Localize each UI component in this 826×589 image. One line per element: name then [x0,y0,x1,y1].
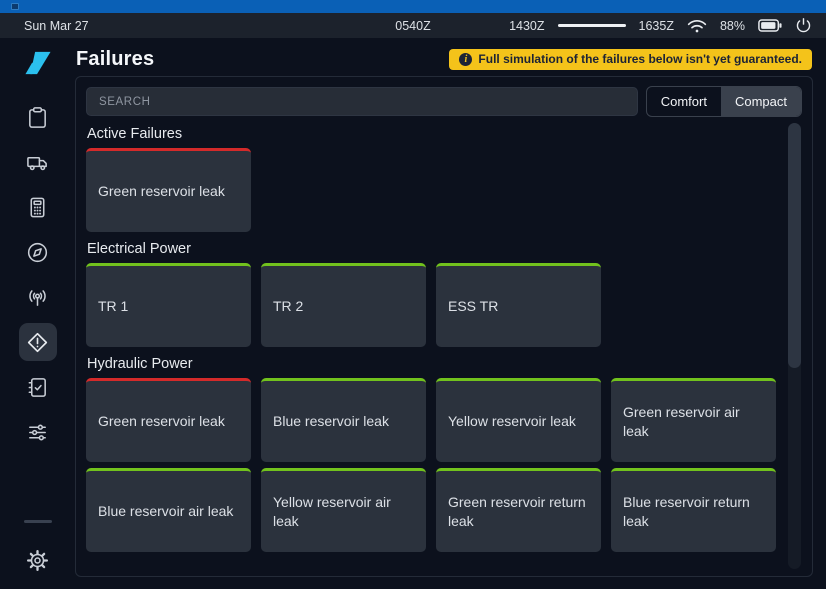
failure-card-tr-1[interactable]: TR 1 [86,263,251,347]
warning-banner: i Full simulation of the failures below … [449,49,812,70]
flybywire-logo [22,50,54,82]
failures-panel: Comfort Compact Active Failures Green res… [75,76,813,577]
statusbar-slider-start-time: 1430Z [509,19,544,33]
wifi-icon [687,18,707,34]
card-grid: Green reservoir leak [86,148,776,232]
sliders-icon [26,421,49,444]
clipboard-icon [26,106,49,129]
failure-card-green-reservoir-leak[interactable]: Green reservoir leak [86,378,251,462]
time-slider[interactable] [558,24,626,27]
view-toggle: Comfort Compact [646,86,802,117]
statusbar-date: Sun Mar 27 [24,19,89,33]
window-icon [11,3,19,10]
failure-card-label: Green reservoir leak [98,182,225,201]
statusbar: Sun Mar 27 0540Z 1430Z 1635Z 88% [0,13,826,38]
section-title: Active Failures [87,126,775,143]
sidebar [0,38,75,589]
card-grid: TR 1 TR 2 ESS TR [86,263,776,347]
failure-card-label: Blue reservoir air leak [98,502,233,521]
search-input[interactable] [86,87,638,116]
failure-sections: Active Failures Green reservoir leak Elect… [86,126,776,552]
failure-card-blue-reservoir-leak[interactable]: Blue reservoir leak [261,378,426,462]
failure-card-label: Green reservoir return leak [448,493,589,531]
truck-icon [26,151,49,174]
warning-banner-text: Full simulation of the failures below is… [478,52,802,66]
failure-card-label: Yellow reservoir air leak [273,493,414,531]
statusbar-current-time: 0540Z [395,19,430,33]
scrollbar-thumb[interactable] [788,123,801,368]
failure-card-blue-reservoir-return-leak[interactable]: Blue reservoir return leak [611,468,776,552]
power-icon[interactable] [795,17,812,34]
battery-icon [758,19,782,32]
card-grid: Green reservoir leak Blue reservoir leak Y… [86,378,776,552]
scrollbar-track[interactable] [788,123,801,569]
failure-card-blue-reservoir-air-leak[interactable]: Blue reservoir air leak [86,468,251,552]
compass-icon [26,241,49,264]
failure-card-label: Yellow reservoir leak [448,412,576,431]
sidebar-item-navigation[interactable] [19,233,57,271]
warning-diamond-icon [26,331,49,354]
window-titlebar [0,0,826,13]
battery-percent: 88% [720,19,745,33]
sidebar-item-checklists[interactable] [19,368,57,406]
sidebar-item-presets[interactable] [19,413,57,451]
sidebar-divider [24,520,52,523]
sidebar-item-ground[interactable] [19,143,57,181]
checklist-icon [26,376,49,399]
failure-card-green-reservoir-leak[interactable]: Green reservoir leak [86,148,251,232]
statusbar-slider-end-time: 1635Z [639,19,674,33]
failure-card-label: Green reservoir air leak [623,403,764,441]
sidebar-item-dashboard[interactable] [19,98,57,136]
failure-card-yellow-reservoir-leak[interactable]: Yellow reservoir leak [436,378,601,462]
failure-card-ess-tr[interactable]: ESS TR [436,263,601,347]
failure-card-yellow-reservoir-air-leak[interactable]: Yellow reservoir air leak [261,468,426,552]
section-title: Hydraulic Power [87,356,775,373]
compact-view-button[interactable]: Compact [721,87,801,116]
sidebar-item-failures[interactable] [19,323,57,361]
failure-card-label: ESS TR [448,297,498,316]
sidebar-item-atc[interactable] [19,278,57,316]
failure-card-label: TR 1 [98,297,128,316]
gear-icon [26,549,49,572]
section-title: Electrical Power [87,241,775,258]
failure-card-label: Blue reservoir return leak [623,493,764,531]
failure-card-label: TR 2 [273,297,303,316]
page-title: Failures [76,48,154,71]
comfort-view-button[interactable]: Comfort [647,87,721,116]
sidebar-item-performance[interactable] [19,188,57,226]
failure-card-green-reservoir-air-leak[interactable]: Green reservoir air leak [611,378,776,462]
info-icon: i [459,53,472,66]
failure-card-green-reservoir-return-leak[interactable]: Green reservoir return leak [436,468,601,552]
failure-card-label: Blue reservoir leak [273,412,389,431]
failure-card-tr-2[interactable]: TR 2 [261,263,426,347]
broadcast-icon [26,286,49,309]
calculator-icon [26,196,49,219]
failure-card-label: Green reservoir leak [98,412,225,431]
sidebar-item-settings[interactable] [19,541,57,579]
